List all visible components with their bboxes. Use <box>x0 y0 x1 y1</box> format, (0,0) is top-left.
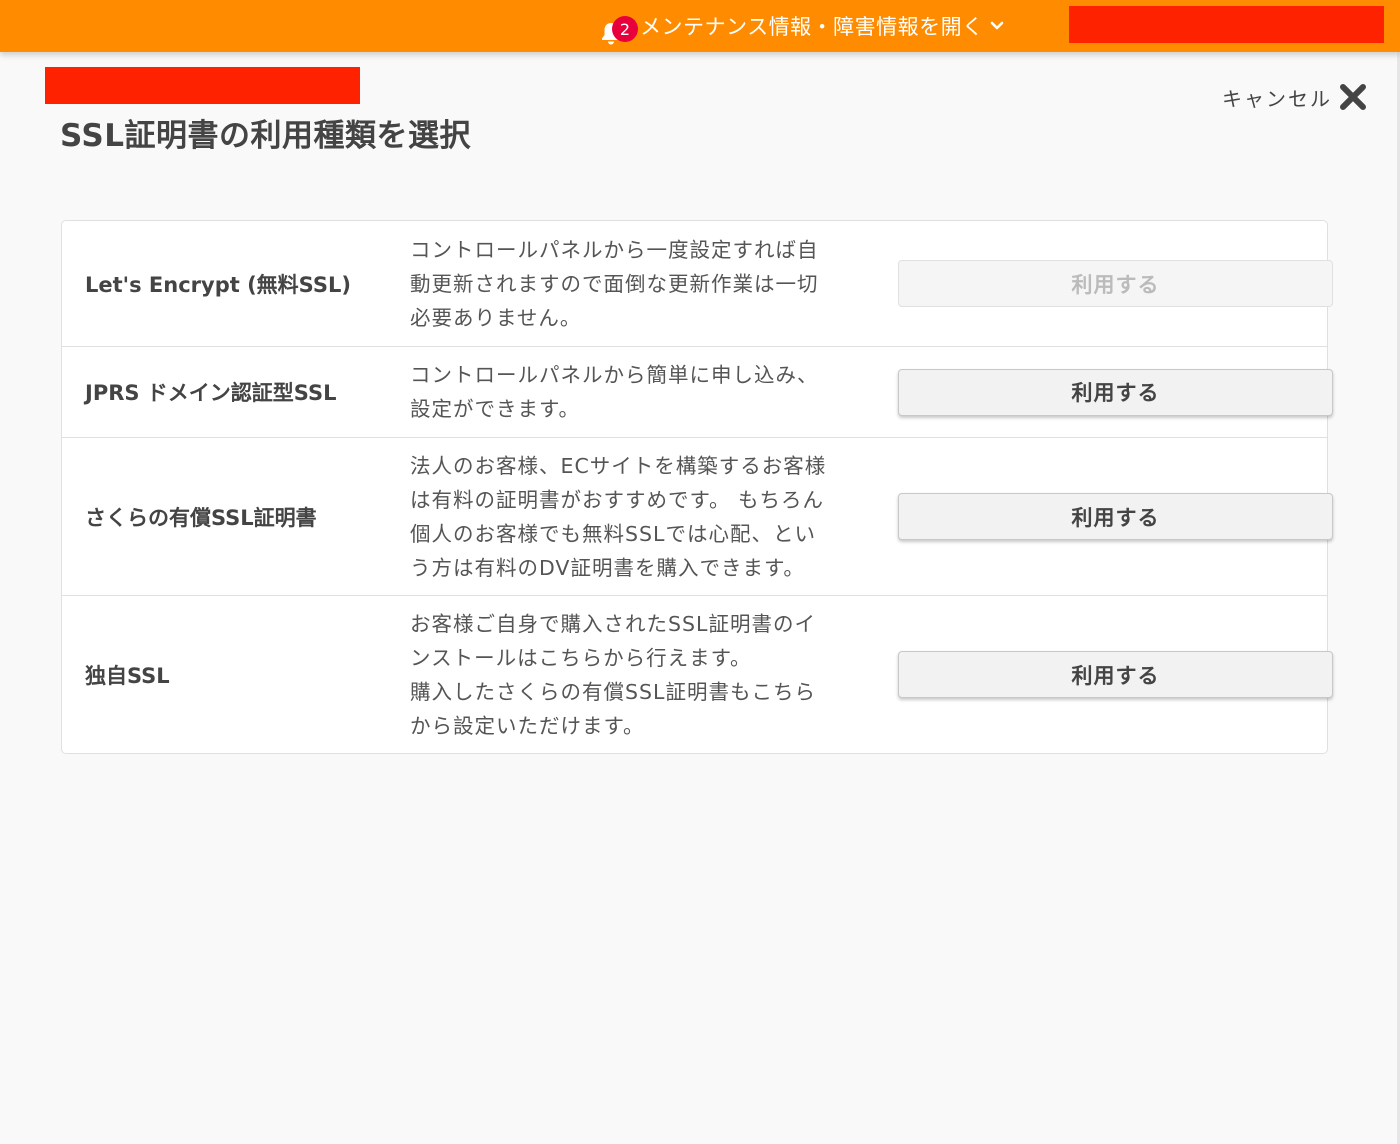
cancel-button[interactable]: キャンセル <box>1222 80 1368 114</box>
ssl-option-description: コントロールパネルから一度設定すれば自 動更新されますので面倒な更新作業は一切 … <box>410 237 819 330</box>
ssl-option-description: コントロールパネルから簡単に申し込み、 設定ができます。 <box>410 363 819 421</box>
ssl-type-list: Let's Encrypt (無料SSL) コントロールパネルから一度設定すれば… <box>61 220 1333 754</box>
use-sakura-paid-ssl-button[interactable]: 利用する <box>898 493 1333 540</box>
ssl-option-row: Let's Encrypt (無料SSL) コントロールパネルから一度設定すれば… <box>62 221 1333 346</box>
bell-icon: 2 <box>600 11 638 45</box>
ssl-option-row: JPRS ドメイン認証型SSL コントロールパネルから簡単に申し込み、 設定がで… <box>62 346 1333 437</box>
maintenance-notice-toggle[interactable]: 2 メンテナンス情報・障害情報を開く <box>600 0 1004 52</box>
ssl-option-name: 独自SSL <box>85 663 170 688</box>
cancel-label: キャンセル <box>1222 86 1332 111</box>
ssl-option-row: 独自SSL お客様ご自身で購入されたSSL証明書のイ ンストールはこちらから行え… <box>62 595 1333 753</box>
ssl-option-description: お客様ご自身で購入されたSSL証明書のイ ンストールはこちらから行えます。 購入… <box>410 611 816 738</box>
redacted-account-area <box>1069 6 1384 43</box>
use-custom-ssl-button[interactable]: 利用する <box>898 651 1333 698</box>
ssl-option-row: さくらの有償SSL証明書 法人のお客様、ECサイトを構築するお客様 は有料の証明… <box>62 437 1333 595</box>
ssl-option-name: JPRS ドメイン認証型SSL <box>85 381 337 405</box>
chevron-down-icon <box>990 21 1004 31</box>
close-icon <box>1338 82 1368 112</box>
top-bar: 2 メンテナンス情報・障害情報を開く <box>0 0 1400 52</box>
notification-count-badge: 2 <box>612 16 638 42</box>
redacted-domain-label <box>45 67 360 104</box>
maintenance-notice-label: メンテナンス情報・障害情報を開く <box>640 15 984 39</box>
use-jprs-ssl-button[interactable]: 利用する <box>898 368 1333 416</box>
ssl-option-name: Let's Encrypt (無料SSL) <box>85 272 351 297</box>
ssl-option-name: さくらの有償SSL証明書 <box>85 505 317 530</box>
use-lets-encrypt-button[interactable]: 利用する <box>898 260 1333 307</box>
page-title: SSL証明書の利用種類を選択 <box>60 118 472 154</box>
ssl-option-description: 法人のお客様、ECサイトを構築するお客様 は有料の証明書がおすすめです。 もちろ… <box>410 453 827 580</box>
